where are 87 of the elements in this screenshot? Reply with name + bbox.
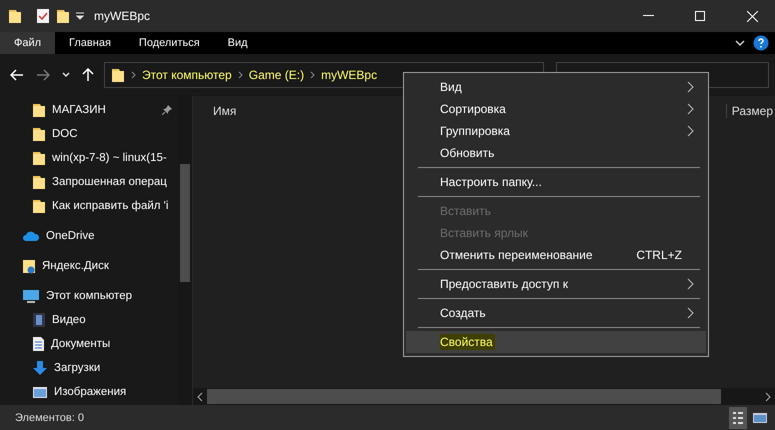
menu-item[interactable]: Создать	[406, 302, 706, 324]
chevron-right-icon	[310, 71, 316, 79]
new-folder-icon	[56, 8, 70, 24]
help-icon[interactable]	[753, 35, 769, 51]
menu-label: Группировка	[440, 124, 511, 138]
sidebar-item[interactable]: Как исправить файл 'i	[0, 194, 178, 218]
menu-label: Настроить папку...	[440, 175, 543, 189]
breadcrumb-item[interactable]: myWEBpc	[321, 68, 378, 82]
ribbon-tab[interactable]: Вид	[214, 32, 262, 54]
sidebar-item[interactable]: Яндекс.Диск	[0, 254, 178, 278]
ribbon-tab[interactable]: Поделиться	[124, 32, 214, 54]
ribbon-tab[interactable]: Главная	[55, 32, 125, 54]
menu-item[interactable]: Обновить	[406, 142, 706, 164]
menu-item[interactable]: Группировка	[406, 120, 706, 142]
recent-locations-button[interactable]	[60, 70, 72, 80]
sidebar-label: win(xp-7-8) ~ linux(15-	[52, 152, 168, 164]
ribbon-tab[interactable]: Файл	[0, 32, 56, 54]
chevron-right-icon	[131, 71, 136, 79]
sidebar-label: Запрошенная операц	[52, 176, 168, 188]
sidebar-item[interactable]: OneDrive	[0, 224, 178, 248]
sidebar-label: Яндекс.Диск	[42, 260, 110, 272]
folder-icon	[32, 150, 46, 166]
folder-icon	[111, 67, 125, 83]
menu-label: Сортировка	[440, 102, 507, 116]
folder-icon	[22, 258, 36, 274]
sidebar-item[interactable]: Документы	[0, 332, 178, 356]
folder-icon	[8, 8, 22, 24]
sidebar-label: Видео	[52, 314, 87, 326]
folder-icon	[32, 126, 46, 142]
sidebar-label: Как исправить файл 'i	[52, 200, 170, 212]
menu-item[interactable]: Сортировка	[406, 98, 706, 120]
menu-label: Свойства	[440, 335, 496, 349]
picture-icon	[752, 412, 768, 424]
film-icon	[32, 312, 46, 328]
sidebar-item[interactable]: DOC	[0, 122, 178, 146]
shortcut-text: CTRL+Z	[636, 248, 682, 262]
back-button[interactable]	[8, 67, 26, 83]
cloud-icon	[22, 230, 40, 242]
forward-button[interactable]	[34, 67, 52, 83]
menu-label: Создать	[440, 306, 487, 320]
menu-item[interactable]: Отменить переименование CTRL+Z	[406, 244, 706, 266]
menu-item[interactable]: Настроить папку...	[406, 171, 706, 193]
column-header[interactable]: Размер	[726, 104, 775, 118]
chevron-right-icon	[238, 71, 243, 79]
sidebar-label: Загрузки	[54, 362, 102, 374]
folder-icon	[32, 198, 46, 214]
sidebar-item[interactable]: Этот компьютер	[0, 284, 178, 308]
menu-label: Вставить	[440, 204, 492, 218]
sidebar-item[interactable]: Запрошенная операц	[0, 170, 178, 194]
minimize-icon	[642, 15, 654, 17]
folder-icon	[32, 174, 46, 190]
details-view-button[interactable]	[729, 406, 747, 428]
monitor-icon	[22, 288, 40, 304]
status-text: Элементов: 0	[15, 412, 85, 424]
sidebar-label: Этот компьютер	[46, 290, 133, 302]
picture-icon	[32, 386, 48, 398]
menu-item[interactable]: Предоставить доступ к	[406, 273, 706, 295]
down-arrow-icon	[32, 360, 48, 376]
sidebar-label: OneDrive	[46, 230, 96, 242]
menu-label: Отменить переименование	[440, 248, 594, 262]
menu-item[interactable]: Свойства	[406, 331, 706, 353]
breadcrumb-item[interactable]: Этот компьютер	[142, 68, 232, 82]
sidebar-item[interactable]: Загрузки	[0, 356, 178, 380]
folder-icon	[32, 102, 46, 118]
list-icon	[732, 410, 744, 424]
sidebar-item[interactable]: win(xp-7-8) ~ linux(15-	[0, 146, 178, 170]
menu-label: Обновить	[440, 146, 496, 160]
sidebar-label: Документы	[51, 338, 112, 350]
sidebar-label: МАГАЗИН	[52, 104, 107, 116]
maximize-icon	[695, 11, 705, 21]
horizontal-scrollbar[interactable]	[193, 388, 775, 405]
sidebar-label: Изображения	[54, 386, 128, 398]
sidebar-label: DOC	[52, 128, 79, 140]
menu-label: Предоставить доступ к	[440, 277, 569, 291]
sidebar-item[interactable]: Изображения	[0, 380, 178, 404]
breadcrumb-item[interactable]: Game (E:)	[248, 68, 304, 82]
properties-icon[interactable]	[36, 8, 50, 24]
dropdown-icon[interactable]	[76, 12, 84, 20]
chevron-down-icon[interactable]	[735, 39, 745, 47]
up-button[interactable]	[80, 66, 96, 84]
close-icon	[746, 10, 758, 22]
sidebar-item[interactable]: МАГАЗИН	[0, 98, 178, 122]
chevron-down-icon	[62, 72, 70, 78]
menu-label: Вставить ярлык	[440, 226, 529, 240]
window-title: myWEBpc	[94, 9, 152, 23]
document-icon	[32, 336, 45, 352]
sidebar-item[interactable]: Видео	[0, 308, 178, 332]
